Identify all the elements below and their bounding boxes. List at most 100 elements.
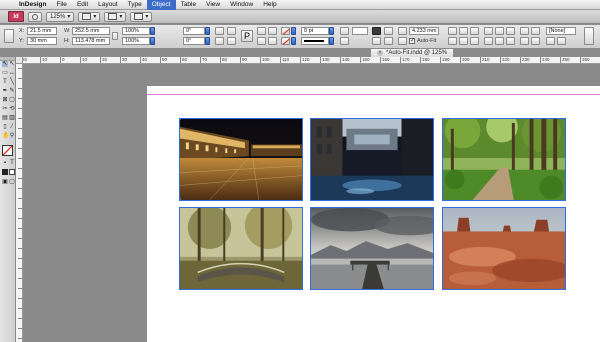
align-center-icon[interactable] bbox=[495, 27, 504, 35]
scale-x-stepper[interactable] bbox=[150, 27, 155, 35]
photo-frame-monument-valley[interactable] bbox=[442, 207, 566, 290]
gradient-feather-tool-icon[interactable]: ▥ bbox=[9, 115, 15, 121]
view-options-button[interactable]: ▾ bbox=[78, 11, 101, 22]
photo-frame-lake-pier[interactable] bbox=[310, 207, 434, 290]
scissors-tool-icon[interactable]: ✂ bbox=[2, 106, 8, 112]
menu-indesign[interactable]: InDesign bbox=[14, 0, 51, 10]
shear-stepper[interactable] bbox=[205, 37, 210, 45]
direct-selection-tool-icon[interactable]: ↖ bbox=[9, 61, 15, 67]
page-tool-icon[interactable]: ▭ bbox=[2, 70, 8, 76]
document-page[interactable] bbox=[147, 86, 600, 342]
opacity-field[interactable] bbox=[352, 27, 368, 35]
reference-point-icon[interactable] bbox=[4, 29, 14, 43]
zoom-tool-icon[interactable]: ⚲ bbox=[9, 133, 15, 139]
rotate-ccw-icon[interactable] bbox=[227, 27, 236, 35]
fit-content-icon[interactable] bbox=[398, 37, 407, 45]
document-tab[interactable]: × *Auto-Fit.indd @ 125% bbox=[370, 48, 455, 57]
effects-icon[interactable] bbox=[340, 27, 349, 35]
line-tool-icon[interactable]: ╲ bbox=[9, 79, 15, 85]
stroke-type-dropdown[interactable] bbox=[329, 37, 334, 45]
pen-tool-icon[interactable]: ✒ bbox=[2, 88, 8, 94]
normal-view-icon[interactable]: ▣ bbox=[2, 179, 8, 185]
width-field[interactable]: 252.5 mm bbox=[72, 27, 110, 35]
bridge-icon[interactable] bbox=[28, 11, 42, 22]
menu-edit[interactable]: Edit bbox=[72, 0, 93, 10]
screen-mode-button[interactable]: ▾ bbox=[104, 11, 127, 22]
menu-table[interactable]: Table bbox=[176, 0, 202, 10]
flip-vertical-icon[interactable] bbox=[227, 37, 236, 45]
align-middle-icon[interactable] bbox=[495, 37, 504, 45]
scale-y-stepper[interactable] bbox=[150, 37, 155, 45]
frame-handle[interactable] bbox=[180, 198, 181, 200]
object-style-icon[interactable] bbox=[546, 37, 555, 45]
photo-frame-forest-path[interactable] bbox=[442, 118, 566, 201]
arrange-documents-button[interactable]: ▾ bbox=[130, 11, 153, 22]
stroke-swatch-icon[interactable] bbox=[281, 37, 290, 45]
eyedropper-tool-icon[interactable]: ⁄ bbox=[9, 124, 15, 130]
select-next-icon[interactable] bbox=[268, 37, 277, 45]
type-tool-icon[interactable]: T bbox=[2, 79, 8, 85]
corner-options-icon[interactable] bbox=[372, 27, 381, 35]
pasteboard[interactable] bbox=[23, 64, 600, 342]
distribute-middle-icon[interactable] bbox=[531, 37, 540, 45]
distribute-center-icon[interactable] bbox=[531, 27, 540, 35]
align-bottom-icon[interactable] bbox=[506, 37, 515, 45]
gradient-swatch-tool-icon[interactable]: ▤ bbox=[2, 115, 8, 121]
drop-shadow-icon[interactable] bbox=[340, 37, 349, 45]
apply-none-icon[interactable] bbox=[9, 169, 15, 175]
menu-layout[interactable]: Layout bbox=[93, 0, 123, 10]
pencil-tool-icon[interactable]: ✎ bbox=[9, 88, 15, 94]
frame-icon[interactable] bbox=[372, 37, 381, 45]
vertical-ruler[interactable] bbox=[16, 64, 23, 342]
clear-overrides-icon[interactable] bbox=[557, 37, 566, 45]
fit-proportionally-icon[interactable] bbox=[459, 37, 468, 45]
y-position-field[interactable]: 30 mm bbox=[27, 37, 57, 45]
constrain-proportions-icon[interactable] bbox=[112, 32, 118, 40]
fill-stroke-swatch-icon[interactable] bbox=[2, 145, 13, 156]
scale-x-field[interactable]: 100% bbox=[122, 27, 150, 35]
ruler-origin[interactable] bbox=[16, 57, 23, 64]
wrap-options-icon[interactable] bbox=[384, 37, 393, 45]
align-right-icon[interactable] bbox=[506, 27, 515, 35]
photo-frame-bridge-of-sighs[interactable] bbox=[310, 118, 434, 201]
menu-help[interactable]: Help bbox=[258, 0, 281, 10]
autofit-checkbox[interactable]: ✓ bbox=[409, 38, 415, 44]
zoom-select[interactable]: 125% ▾ bbox=[46, 11, 75, 22]
distribute-left-icon[interactable] bbox=[520, 27, 529, 35]
center-content-icon[interactable] bbox=[470, 27, 479, 35]
flip-horizontal-icon[interactable] bbox=[215, 37, 224, 45]
apply-color-icon[interactable] bbox=[2, 169, 8, 175]
rotate-cw-icon[interactable] bbox=[215, 27, 224, 35]
x-position-field[interactable]: 21.5 mm bbox=[27, 27, 57, 35]
frame-handle[interactable] bbox=[564, 287, 565, 289]
rotation-field[interactable]: 0° bbox=[183, 27, 205, 35]
align-left-icon[interactable] bbox=[484, 27, 493, 35]
fill-frame-proportionally-icon[interactable] bbox=[448, 37, 457, 45]
rectangle-frame-tool-icon[interactable]: ⊠ bbox=[2, 97, 8, 103]
select-content-icon[interactable] bbox=[257, 37, 266, 45]
menu-file[interactable]: File bbox=[51, 0, 71, 10]
fill-dropdown[interactable] bbox=[291, 27, 296, 35]
close-tab-icon[interactable]: × bbox=[377, 50, 383, 56]
select-previous-icon[interactable] bbox=[268, 27, 277, 35]
gap-tool-icon[interactable]: ↔ bbox=[9, 70, 15, 76]
select-container-icon[interactable] bbox=[257, 27, 266, 35]
preview-view-icon[interactable]: ▢ bbox=[9, 179, 15, 185]
rotation-stepper[interactable] bbox=[205, 27, 210, 35]
stroke-type-select[interactable] bbox=[301, 37, 329, 45]
rectangle-tool-icon[interactable]: ▢ bbox=[9, 97, 15, 103]
align-top-icon[interactable] bbox=[484, 37, 493, 45]
text-wrap-icon[interactable] bbox=[384, 27, 393, 35]
panel-menu-icon[interactable] bbox=[584, 27, 594, 45]
shear-field[interactable]: 0° bbox=[183, 37, 205, 45]
note-tool-icon[interactable]: ▯ bbox=[2, 124, 8, 130]
hand-tool-icon[interactable]: ✋ bbox=[2, 133, 9, 139]
fit-content-to-frame-icon[interactable] bbox=[459, 27, 468, 35]
menu-view[interactable]: View bbox=[201, 0, 225, 10]
stroke-weight-stepper[interactable] bbox=[329, 27, 334, 35]
gap-field[interactable]: 4.233 mm bbox=[409, 27, 439, 35]
formatting-text-icon[interactable]: T bbox=[9, 160, 15, 166]
scale-y-field[interactable]: 100% bbox=[122, 37, 150, 45]
fill-swatch-icon[interactable] bbox=[281, 27, 290, 35]
distribute-top-icon[interactable] bbox=[520, 37, 529, 45]
